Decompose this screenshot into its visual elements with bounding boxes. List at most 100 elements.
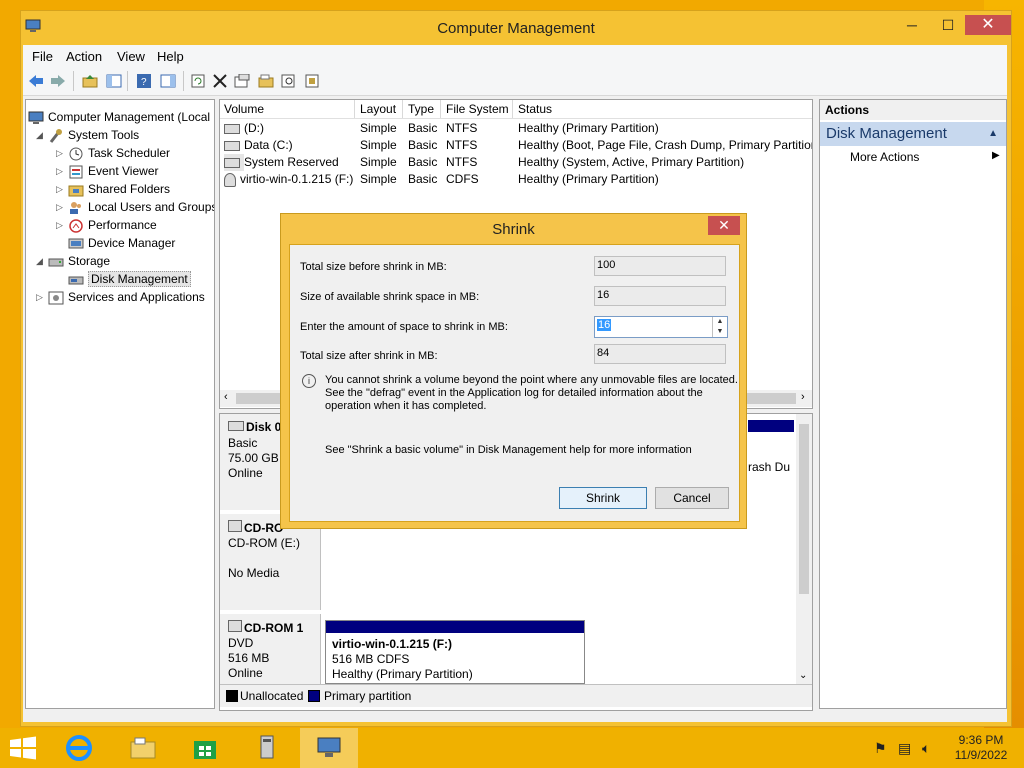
close-button[interactable]: ✕ [965, 15, 1011, 35]
col-status[interactable]: Status [518, 102, 552, 116]
minimize-button[interactable]: ─ [897, 15, 927, 35]
tree-device-manager[interactable]: Device Manager [68, 234, 175, 252]
col-layout[interactable]: Layout [360, 102, 396, 116]
volume-icon [224, 157, 240, 168]
tree-task-scheduler[interactable]: Task Scheduler [68, 144, 170, 162]
collapse-icon[interactable]: ◢ [36, 126, 46, 144]
tree-local-users[interactable]: Local Users and Groups [68, 198, 214, 216]
help-text: See "Shrink a basic volume" in Disk Mana… [325, 444, 692, 456]
menu-action[interactable]: Action [66, 49, 102, 64]
more-actions[interactable]: More Actions [850, 150, 919, 164]
expand-icon[interactable]: ▷ [56, 216, 66, 234]
computer-icon [28, 111, 44, 124]
info-text-line3: operation when it has completed. [325, 400, 487, 412]
actions-header: Actions [820, 100, 1006, 120]
actions-section-disk-management[interactable]: Disk Management ▲ [820, 122, 1006, 146]
collapse-up-icon[interactable]: ▲ [988, 122, 998, 146]
table-row[interactable]: Data (C:) Simple Basic NTFS Healthy (Boo… [220, 137, 812, 154]
collapse-icon[interactable]: ◢ [36, 252, 46, 270]
menu-view[interactable]: View [117, 49, 145, 64]
spin-up-icon[interactable]: ▲ [713, 317, 727, 327]
cd-drive-icon [228, 520, 242, 532]
graph-vertical-scrollbar[interactable]: ⌄ [796, 414, 812, 684]
navigation-tree: Computer Management (Local ◢ System Tool… [25, 99, 215, 709]
internet-explorer-icon[interactable] [50, 728, 108, 768]
toolbar-separator [127, 71, 128, 91]
forward-icon[interactable] [49, 72, 67, 90]
toolbar-separator [73, 71, 74, 91]
show-hide-tree-icon[interactable] [105, 72, 123, 90]
expand-icon[interactable]: ▷ [56, 162, 66, 180]
expand-icon[interactable]: ▷ [56, 180, 66, 198]
show-action-pane-icon[interactable] [159, 72, 177, 90]
server-manager-icon[interactable] [238, 728, 296, 768]
cancel-button[interactable]: Cancel [655, 487, 729, 509]
shrink-amount-input[interactable]: 16 [597, 319, 612, 331]
clock[interactable]: 9:36 PM 11/9/2022 [948, 733, 1014, 763]
table-row[interactable]: (D:) Simple Basic NTFS Healthy (Primary … [220, 120, 812, 137]
info-text-line1: You cannot shrink a volume beyond the po… [325, 374, 738, 386]
windows-start-icon[interactable] [8, 736, 38, 760]
search-icon[interactable] [280, 72, 298, 90]
disk-icon [228, 421, 244, 431]
col-volume[interactable]: Volume [224, 102, 264, 116]
computer-management-taskbar-icon[interactable] [300, 728, 358, 768]
cdrom1-name: CD-ROM 1 [228, 620, 303, 635]
up-folder-icon[interactable] [81, 72, 99, 90]
back-icon[interactable] [27, 72, 45, 90]
tree-disk-management[interactable]: Disk Management [68, 270, 191, 288]
flag-icon[interactable]: ⚑ [874, 740, 887, 757]
tree-services[interactable]: Services and Applications [48, 288, 205, 306]
properties-icon[interactable] [233, 72, 251, 90]
disk-settings-icon[interactable] [304, 72, 322, 90]
tree-event-viewer[interactable]: Event Viewer [68, 162, 158, 180]
maximize-button[interactable]: ☐ [933, 15, 963, 35]
cd-drive-icon [228, 620, 242, 632]
partition-status-clipped: rash Du [748, 460, 791, 474]
disk-management-icon [68, 276, 84, 285]
clock-icon [69, 147, 83, 161]
menu-file[interactable]: File [32, 49, 53, 64]
open-folder-icon[interactable] [257, 72, 275, 90]
cdrom1-volume-block[interactable]: virtio-win-0.1.215 (F:) 516 MB CDFS Heal… [325, 620, 585, 684]
tree-storage[interactable]: Storage [48, 252, 110, 270]
col-type[interactable]: Type [408, 102, 434, 116]
expand-icon[interactable]: ▷ [56, 144, 66, 162]
scroll-left-icon[interactable]: ‹ [224, 391, 228, 403]
dialog-close-button[interactable]: ✕ [708, 216, 740, 235]
scroll-right-icon[interactable]: › [801, 391, 805, 403]
device-manager-icon [68, 238, 84, 249]
scroll-down-icon[interactable]: ⌄ [799, 670, 807, 681]
col-file-system[interactable]: File System [446, 102, 509, 116]
cdrom1-label[interactable]: CD-ROM 1 DVD 516 MB Online [220, 614, 321, 684]
table-row[interactable]: virtio-win-0.1.215 (F:) Simple Basic CDF… [220, 171, 812, 188]
volume-icon [224, 123, 240, 134]
volume-icon[interactable]: 🔈︎ [922, 740, 930, 757]
tree-root[interactable]: Computer Management (Local [28, 108, 210, 126]
tree-system-tools[interactable]: System Tools [48, 126, 139, 144]
spin-down-icon[interactable]: ▼ [713, 327, 727, 337]
table-row[interactable]: System Reserved Simple Basic NTFS Health… [220, 154, 812, 171]
shrink-button[interactable]: Shrink [559, 487, 647, 509]
store-icon[interactable] [176, 728, 234, 768]
expand-icon[interactable]: ▷ [36, 288, 46, 306]
tools-icon [49, 128, 62, 143]
network-icon[interactable]: ▤ [898, 740, 911, 757]
tree-shared-folders[interactable]: Shared Folders [68, 180, 170, 198]
shrink-amount-stepper[interactable]: 16 ▲ ▼ [594, 316, 728, 338]
cdrom0-media: No Media [228, 566, 280, 580]
menu-help[interactable]: Help [157, 49, 184, 64]
expand-icon[interactable]: ▷ [56, 198, 66, 216]
file-explorer-icon[interactable] [114, 728, 172, 768]
tree-performance[interactable]: Performance [68, 216, 157, 234]
delete-icon[interactable] [211, 72, 229, 90]
shared-folder-icon [68, 185, 84, 197]
scroll-thumb[interactable] [799, 424, 809, 594]
disk0-name: Disk 0 [228, 420, 281, 434]
cdrom1-volume-size: 516 MB CDFS [332, 652, 410, 666]
title-bar[interactable]: Computer Management ─ ☐ ✕ [21, 11, 1011, 45]
refresh-icon[interactable] [189, 72, 207, 90]
total-after-value: 84 [594, 344, 726, 364]
help-icon[interactable]: ? [135, 72, 153, 90]
storage-icon [48, 258, 64, 267]
